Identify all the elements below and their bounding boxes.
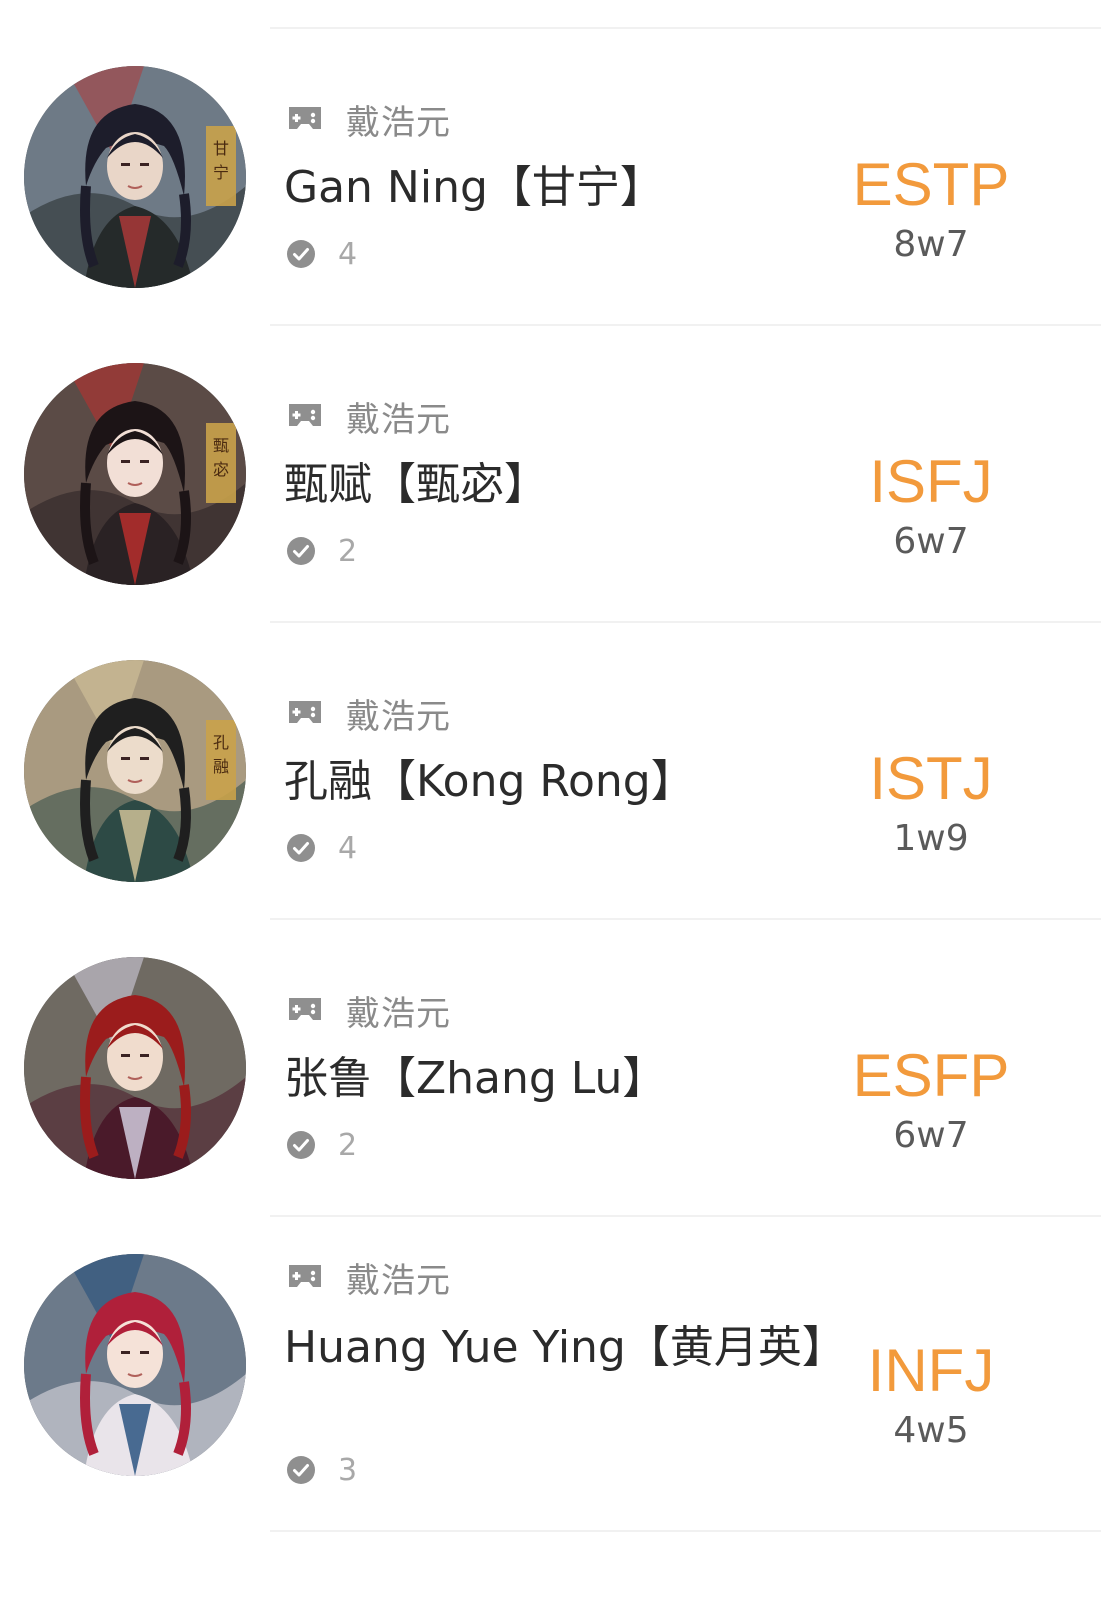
character-name: 孔融【Kong Rong】: [284, 756, 695, 807]
enneagram-type: 1w9: [893, 818, 969, 859]
mbti-type: ESTP: [852, 151, 1010, 218]
character-name: Gan Ning【甘宁】: [284, 162, 664, 213]
gamepad-icon: [286, 103, 324, 135]
creator-name: 戴浩元: [346, 399, 451, 440]
gamepad-icon: [286, 400, 324, 432]
enneagram-type: 6w7: [893, 1115, 969, 1156]
vote-count: 3: [338, 1452, 358, 1488]
vote-line: 2: [286, 1125, 357, 1165]
type-block: ISFJ 6w7: [831, 447, 1031, 565]
list-item[interactable]: 甘宁 戴浩元 Gan Ning【甘宁】 4 ESTP 8w7: [0, 30, 1101, 325]
creator-line: 戴浩元: [286, 690, 451, 737]
character-name: Huang Yue Ying【黄月英】: [284, 1322, 846, 1373]
enneagram-type: 8w7: [893, 224, 969, 265]
svg-text:甘: 甘: [213, 139, 229, 158]
divider: [270, 324, 1101, 326]
gamepad-icon: [286, 994, 324, 1026]
mbti-type: ESFP: [852, 1042, 1010, 1109]
divider: [270, 918, 1101, 920]
vote-count: 4: [338, 830, 358, 866]
gamepad-icon: [286, 697, 324, 729]
check-icon: [286, 1455, 316, 1485]
svg-text:甄: 甄: [213, 436, 229, 455]
vote-count: 2: [338, 1127, 358, 1163]
type-block: INFJ 4w5: [831, 1336, 1031, 1454]
check-icon: [286, 536, 316, 566]
character-name: 甄赋【甄宓】: [284, 459, 548, 510]
divider: [270, 1530, 1101, 1532]
vote-line: 4: [286, 234, 357, 274]
vote-line: 3: [286, 1450, 357, 1490]
type-block: ESTP 8w7: [831, 150, 1031, 268]
creator-name: 戴浩元: [346, 102, 451, 143]
svg-text:融: 融: [213, 757, 229, 776]
enneagram-type: 4w5: [893, 1410, 969, 1451]
svg-text:宁: 宁: [213, 163, 229, 182]
list-item[interactable]: 戴浩元 张鲁【Zhang Lu】 2 ESFP 6w7: [0, 921, 1101, 1216]
creator-name: 戴浩元: [346, 696, 451, 737]
vote-count: 2: [338, 533, 358, 569]
creator-line: 戴浩元: [286, 987, 451, 1034]
mbti-type: ISTJ: [869, 745, 993, 812]
vote-line: 4: [286, 828, 357, 868]
divider: [270, 27, 1101, 29]
enneagram-type: 6w7: [893, 521, 969, 562]
avatar: 孔融: [24, 660, 246, 882]
creator-name: 戴浩元: [346, 1260, 451, 1301]
mbti-type: ISFJ: [869, 448, 993, 515]
creator-line: 戴浩元: [286, 1254, 451, 1301]
svg-text:宓: 宓: [213, 460, 229, 479]
type-block: ISTJ 1w9: [831, 744, 1031, 862]
avatar: [24, 957, 246, 1179]
check-icon: [286, 239, 316, 269]
creator-name: 戴浩元: [346, 993, 451, 1034]
type-block: ESFP 6w7: [831, 1041, 1031, 1159]
gamepad-icon: [286, 1261, 324, 1293]
list-item[interactable]: 甄宓 戴浩元 甄赋【甄宓】 2 ISFJ 6w7: [0, 327, 1101, 622]
creator-line: 戴浩元: [286, 96, 451, 143]
vote-line: 2: [286, 531, 357, 571]
avatar: 甄宓: [24, 363, 246, 585]
divider: [270, 621, 1101, 623]
character-name: 张鲁【Zhang Lu】: [284, 1053, 667, 1104]
check-icon: [286, 1130, 316, 1160]
divider: [270, 1215, 1101, 1217]
check-icon: [286, 833, 316, 863]
creator-line: 戴浩元: [286, 393, 451, 440]
avatar: 甘宁: [24, 66, 246, 288]
list-item[interactable]: 孔融 戴浩元 孔融【Kong Rong】 4 ISTJ 1w9: [0, 624, 1101, 919]
mbti-type: INFJ: [867, 1337, 995, 1404]
list-item[interactable]: 戴浩元 Huang Yue Ying【黄月英】 3 INFJ 4w5: [0, 1218, 1101, 1528]
svg-text:孔: 孔: [213, 733, 229, 752]
vote-count: 4: [338, 236, 358, 272]
avatar: [24, 1254, 246, 1476]
